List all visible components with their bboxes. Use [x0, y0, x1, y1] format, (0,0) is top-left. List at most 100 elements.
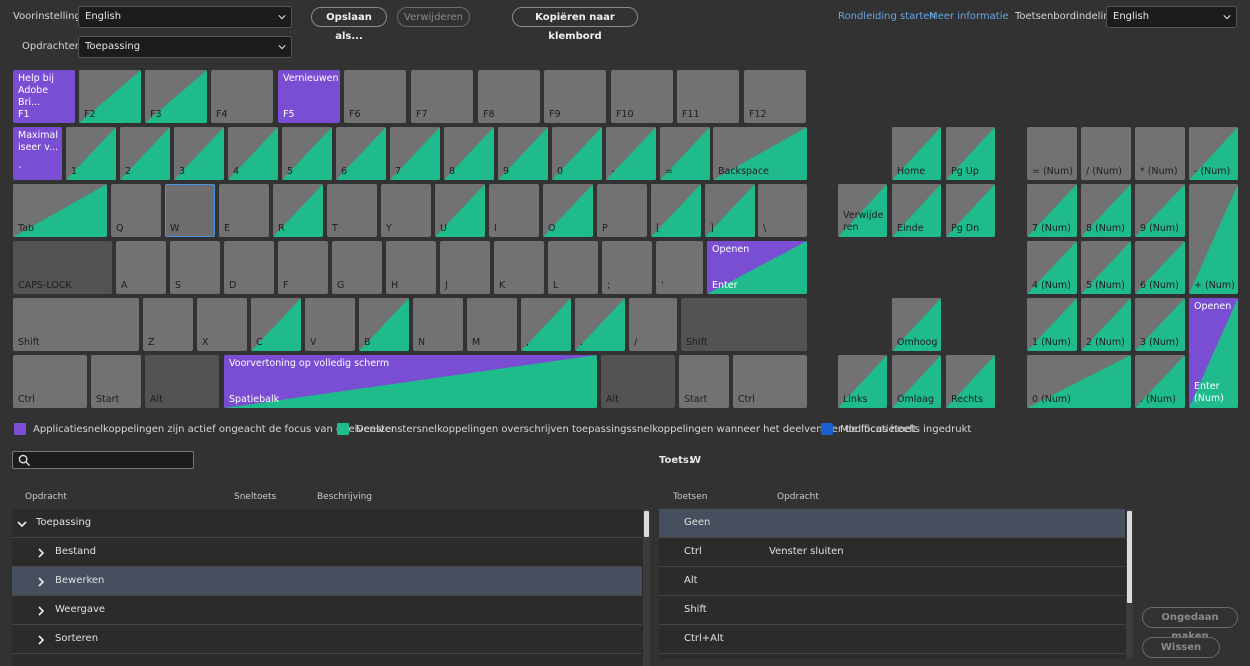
key-ctrl-r[interactable]: Ctrl — [733, 355, 807, 408]
key-tick[interactable]: Maximal iseer v... ` — [13, 127, 62, 180]
key-up[interactable]: Omhoog — [892, 298, 941, 351]
key-m[interactable]: M — [467, 298, 517, 351]
key-d[interactable]: D — [224, 241, 274, 294]
key-e[interactable]: E — [219, 184, 269, 237]
save-as-button[interactable]: Opslaan als... — [311, 7, 387, 42]
key-n[interactable]: N — [413, 298, 463, 351]
key-s[interactable]: S — [170, 241, 220, 294]
key-num1[interactable]: 1 (Num) — [1027, 298, 1077, 351]
key-u[interactable]: U — [435, 184, 485, 237]
table-row[interactable]: Ctrl Venster sluiten — [659, 538, 1125, 567]
undo-button[interactable]: Ongedaan maken — [1142, 607, 1238, 642]
key-k9[interactable]: 9 — [498, 127, 548, 180]
table-row[interactable]: Ctrl+Alt — [659, 625, 1125, 654]
key-h[interactable]: H — [386, 241, 436, 294]
key-num7[interactable]: 7 (Num) — [1027, 184, 1077, 237]
key-k[interactable]: K — [494, 241, 544, 294]
key-start-r[interactable]: Start — [679, 355, 729, 408]
key-ctrl-l[interactable]: Ctrl — [13, 355, 87, 408]
key-alt-l[interactable]: Alt — [145, 355, 219, 408]
key-period[interactable]: . — [575, 298, 625, 351]
key-k5[interactable]: 5 — [282, 127, 332, 180]
key-left[interactable]: Links — [838, 355, 887, 408]
key-semicolon[interactable]: ; — [602, 241, 652, 294]
key-b[interactable]: B — [359, 298, 409, 351]
key-start-l[interactable]: Start — [91, 355, 141, 408]
list-item[interactable]: Sorteren — [12, 625, 642, 654]
list-item[interactable]: Weergave — [12, 596, 642, 625]
key-pgup[interactable]: Pg Up — [946, 127, 995, 180]
table-row[interactable]: Alt — [659, 567, 1125, 596]
key-right[interactable]: Rechts — [946, 355, 995, 408]
key-backslash[interactable]: \ — [758, 184, 807, 237]
key-q[interactable]: Q — [111, 184, 161, 237]
table-row[interactable]: Shift — [659, 596, 1125, 625]
key-num-enter[interactable]: Openen Enter (Num) — [1189, 298, 1238, 408]
key-alt-r[interactable]: Alt — [601, 355, 675, 408]
key-end[interactable]: Einde — [892, 184, 941, 237]
scrollbar-thumb[interactable] — [1127, 511, 1132, 603]
key-y[interactable]: Y — [381, 184, 431, 237]
key-enter[interactable]: Openen Enter — [707, 241, 807, 294]
scrollbar-thumb[interactable] — [644, 511, 649, 537]
key-num0[interactable]: 0 (Num) — [1027, 355, 1131, 408]
key-g[interactable]: G — [332, 241, 382, 294]
key-f3[interactable]: F3 — [145, 70, 207, 123]
commands-select[interactable]: Toepassing — [78, 36, 292, 58]
search-input[interactable] — [12, 451, 194, 469]
key-down[interactable]: Omlaag — [892, 355, 941, 408]
keyboard-layout-select[interactable]: English — [1106, 6, 1237, 28]
scrollbar[interactable] — [643, 509, 650, 666]
key-w[interactable]: W — [165, 184, 215, 237]
key-f8[interactable]: F8 — [478, 70, 540, 123]
key-num-sub[interactable]: - (Num) — [1189, 127, 1238, 180]
key-j[interactable]: J — [440, 241, 490, 294]
key-del[interactable]: Verwijde ren — [838, 184, 887, 237]
key-k4[interactable]: 4 — [228, 127, 278, 180]
key-f10[interactable]: F10 — [611, 70, 673, 123]
key-lbracket[interactable]: [ — [651, 184, 701, 237]
preset-select[interactable]: English — [78, 6, 292, 28]
key-num9[interactable]: 9 (Num) — [1135, 184, 1185, 237]
key-f9[interactable]: F9 — [544, 70, 606, 123]
key-f12[interactable]: F12 — [744, 70, 806, 123]
key-f1[interactable]: Help bij Adobe Bri... F1 — [13, 70, 75, 123]
key-num-add[interactable]: + (Num) — [1189, 184, 1238, 294]
key-space[interactable]: Voorvertoning op volledig scherm Spatieba… — [224, 355, 597, 408]
key-rbracket[interactable]: ] — [705, 184, 755, 237]
scrollbar[interactable] — [1126, 509, 1133, 659]
key-f2[interactable]: F2 — [79, 70, 141, 123]
key-k0[interactable]: 0 — [552, 127, 602, 180]
key-f11[interactable]: F11 — [677, 70, 739, 123]
key-k8[interactable]: 8 — [444, 127, 494, 180]
key-k7[interactable]: 7 — [390, 127, 440, 180]
key-num6[interactable]: 6 (Num) — [1135, 241, 1185, 294]
key-num8[interactable]: 8 (Num) — [1081, 184, 1131, 237]
key-x[interactable]: X — [197, 298, 247, 351]
key-num5[interactable]: 5 (Num) — [1081, 241, 1131, 294]
key-num-dot[interactable]: . (Num) — [1135, 355, 1185, 408]
key-f5[interactable]: Vernieuwen F5 — [278, 70, 340, 123]
key-v[interactable]: V — [305, 298, 355, 351]
key-r[interactable]: R — [273, 184, 323, 237]
key-comma[interactable]: , — [521, 298, 571, 351]
key-quote[interactable]: ' — [656, 241, 703, 294]
key-k2[interactable]: 2 — [120, 127, 170, 180]
key-k6[interactable]: 6 — [336, 127, 386, 180]
key-i[interactable]: I — [489, 184, 539, 237]
key-home[interactable]: Home — [892, 127, 941, 180]
key-o[interactable]: O — [543, 184, 593, 237]
key-tab[interactable]: Tab — [13, 184, 107, 237]
key-num2[interactable]: 2 (Num) — [1081, 298, 1131, 351]
key-num-mul[interactable]: * (Num) — [1135, 127, 1185, 180]
key-f6[interactable]: F6 — [344, 70, 406, 123]
key-slash[interactable]: / — [629, 298, 677, 351]
key-backspace[interactable]: Backspace — [713, 127, 807, 180]
key-k1[interactable]: 1 — [66, 127, 116, 180]
more-info-link[interactable]: Meer informatie — [929, 11, 1009, 22]
key-f4[interactable]: F4 — [211, 70, 273, 123]
list-item[interactable]: Toepassing — [12, 509, 642, 538]
key-num3[interactable]: 3 (Num) — [1135, 298, 1185, 351]
list-item[interactable]: Bestand — [12, 538, 642, 567]
key-l[interactable]: L — [548, 241, 598, 294]
